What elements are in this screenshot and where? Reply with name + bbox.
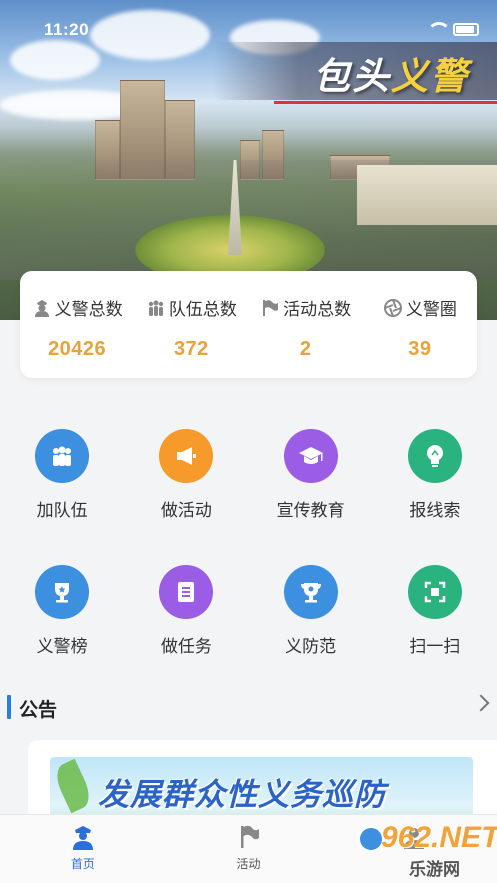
notice-title: 公告 <box>19 699 58 721</box>
stats-card: 义警总数 20426 队伍总数 372 活动总数 2 义警圈 39 <box>20 271 477 378</box>
lightbulb-icon <box>407 429 462 483</box>
menu-join-team[interactable]: 加队伍 <box>0 429 124 521</box>
watermark: 962.NET 乐游网 <box>353 821 497 881</box>
stat-value: 2 <box>299 338 312 360</box>
notice-header[interactable]: 公告 <box>0 690 497 724</box>
scan-icon <box>407 565 462 619</box>
tab-label: 活动 <box>236 857 261 871</box>
stat-circle-total[interactable]: 义警圈 39 <box>363 271 477 378</box>
battery-icon <box>453 22 479 36</box>
menu-scan[interactable]: 扫一扫 <box>373 565 497 657</box>
watermark-brand: 962.NET <box>381 821 497 854</box>
stat-volunteer-total[interactable]: 义警总数 20426 <box>20 271 134 378</box>
megaphone-icon <box>159 429 214 483</box>
clipboard-icon <box>159 565 214 619</box>
menu-report-clue[interactable]: 报线索 <box>373 429 497 521</box>
flag-tab-icon <box>240 825 259 848</box>
leaf-decoration <box>51 758 95 814</box>
menu-label: 做任务 <box>160 637 212 657</box>
stat-value: 39 <box>408 338 432 360</box>
stat-value: 372 <box>173 338 209 360</box>
status-time: 11:20 <box>44 20 90 39</box>
menu-label: 义警榜 <box>36 637 88 657</box>
team-people-icon <box>148 300 164 316</box>
tab-home[interactable]: 首页 <box>0 815 166 883</box>
title-main: 包头 <box>313 55 391 98</box>
stat-label: 义警圈 <box>405 300 457 320</box>
chevron-right-icon[interactable] <box>472 694 490 712</box>
flag-icon <box>263 299 279 316</box>
aperture-icon <box>383 298 402 317</box>
wifi-icon <box>427 22 451 36</box>
menu-do-activity[interactable]: 做活动 <box>124 429 248 521</box>
feature-menu-grid: 加队伍 做活动 宣传教育 报线索 义警榜 做任务 义防范 扫一扫 <box>0 429 497 657</box>
team-icon <box>35 429 90 483</box>
menu-label: 义防范 <box>285 637 337 657</box>
tab-activity[interactable]: 活动 <box>166 815 332 883</box>
menu-label: 加队伍 <box>36 501 88 521</box>
status-icons <box>427 22 479 36</box>
menu-label: 扫一扫 <box>409 637 461 657</box>
menu-prevention[interactable]: 义防范 <box>249 565 373 657</box>
menu-label: 报线索 <box>409 501 461 521</box>
stat-value: 20426 <box>48 338 107 360</box>
tab-label: 首页 <box>70 857 95 871</box>
stat-activity-total[interactable]: 活动总数 2 <box>249 271 363 378</box>
police-home-icon <box>72 826 93 850</box>
menu-do-task[interactable]: 做任务 <box>124 565 248 657</box>
stat-team-total[interactable]: 队伍总数 372 <box>134 271 248 378</box>
menu-ranking[interactable]: 义警榜 <box>0 565 124 657</box>
section-accent-bar <box>7 695 11 719</box>
menu-label: 做活动 <box>160 501 212 521</box>
police-officer-icon <box>34 299 49 317</box>
stat-label: 义警总数 <box>54 300 123 320</box>
stat-label: 活动总数 <box>283 300 352 320</box>
page-title: 包头义警 <box>313 46 469 100</box>
menu-education[interactable]: 宣传教育 <box>249 429 373 521</box>
trophy-icon <box>35 565 90 619</box>
title-accent: 义警 <box>391 55 469 98</box>
notice-banner-text: 发展群众性义务巡防 <box>98 777 386 813</box>
graduation-cap-icon <box>283 429 338 483</box>
trophy-cup-icon <box>283 565 338 619</box>
stat-label: 队伍总数 <box>168 300 237 320</box>
watermark-sub: 乐游网 <box>409 860 460 880</box>
menu-label: 宣传教育 <box>276 501 345 521</box>
